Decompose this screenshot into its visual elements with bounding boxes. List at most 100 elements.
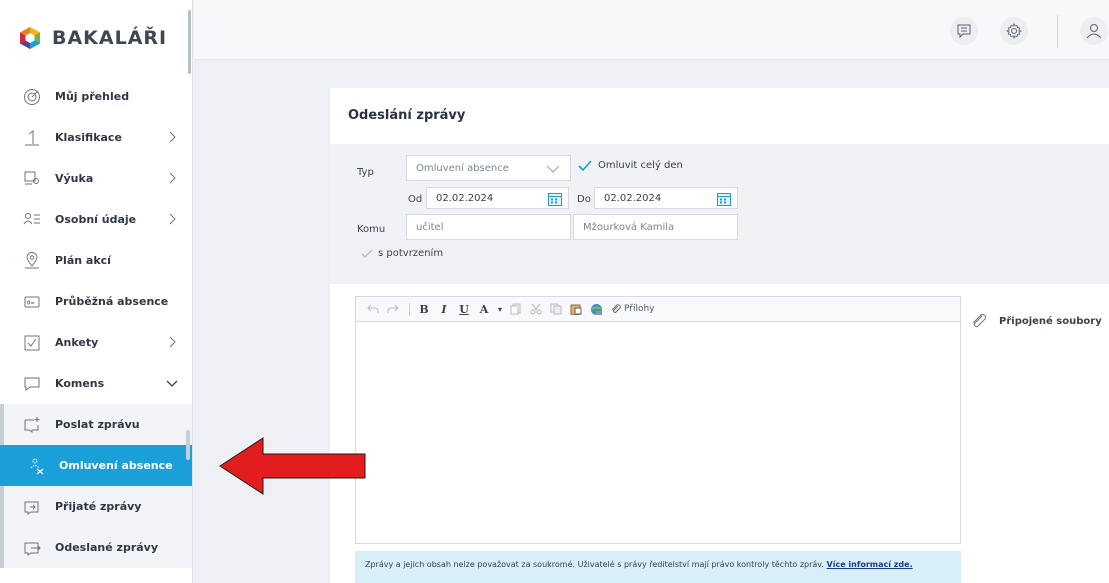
message-form: Typ Omluvení absence Omluvit celý den Od… <box>330 144 1109 284</box>
gear-icon <box>1006 23 1022 39</box>
typ-select-value: Omluvení absence <box>416 162 509 174</box>
typ-label: Typ <box>357 167 374 178</box>
top-bar <box>194 0 1109 60</box>
recipient-type-value: učitel <box>416 221 444 233</box>
od-date-value: 02.02.2024 <box>436 192 494 204</box>
sidebar-item-klasifikace[interactable]: Klasifikace <box>0 117 192 158</box>
od-label: Od <box>408 194 423 205</box>
sidebar-item-label: Omluvení absence <box>59 459 173 472</box>
chat-icon <box>22 374 42 394</box>
message-editor[interactable]: B I U A ▾ Přílohy <box>355 296 961 544</box>
sidebar-item-label: Můj přehled <box>55 90 130 103</box>
insert-link-icon[interactable] <box>587 300 605 318</box>
red-arrow-annotation <box>219 437 366 495</box>
more-info-link[interactable]: Více informací zde. <box>827 560 913 569</box>
target-icon <box>22 87 42 107</box>
page-title: Odeslání zprávy <box>348 108 466 123</box>
sidebar-item-label: Poslat zprávu <box>55 418 140 431</box>
excuse-absence-icon <box>26 456 46 476</box>
user-button[interactable] <box>1080 17 1108 45</box>
settings-button[interactable] <box>1000 17 1028 45</box>
chevron-right-icon <box>169 172 176 184</box>
italic-button[interactable]: I <box>435 300 453 318</box>
recipient-name-value: Mžourková Kamila <box>583 221 675 233</box>
od-date-field[interactable]: 02.02.2024 <box>426 187 569 209</box>
send-message-icon <box>22 415 42 435</box>
sidebar-item-label: Ankety <box>55 336 99 349</box>
top-bar-separator <box>1057 14 1058 48</box>
calendar-icon[interactable] <box>717 192 731 206</box>
typ-select[interactable]: Omluvení absence <box>406 155 571 181</box>
font-color-dropdown-icon[interactable]: ▾ <box>495 300 505 318</box>
whole-day-label: Omluvit celý den <box>598 160 683 171</box>
whole-day-checkbox[interactable] <box>578 160 592 172</box>
sidebar-item-label: Plán akcí <box>55 254 111 267</box>
sidebar-item-komens[interactable]: Komens <box>0 363 192 404</box>
sidebar-item-label: Osobní údaje <box>55 213 137 226</box>
paperclip-icon <box>972 313 987 328</box>
sidebar-item-plan-akci[interactable]: Plán akcí <box>0 240 192 281</box>
sidebar: BAKALÁŘI Můj přehled Klasifikace Výuka O… <box>0 0 193 583</box>
paste-icon[interactable] <box>567 300 585 318</box>
copy-icon[interactable] <box>547 300 565 318</box>
confirm-label: s potvrzením <box>378 248 444 259</box>
redo-icon[interactable] <box>384 300 402 318</box>
messages-button[interactable] <box>950 17 978 45</box>
underline-button[interactable]: U <box>455 300 473 318</box>
sidebar-subitem-prijate-zpravy[interactable]: Přijaté zprávy <box>0 486 192 527</box>
attachments-button[interactable]: Přílohy <box>611 304 655 314</box>
chevron-down-icon <box>166 380 178 387</box>
confirm-checkbox[interactable] <box>361 249 373 259</box>
bold-button[interactable]: B <box>415 300 433 318</box>
do-label: Do <box>577 194 591 205</box>
privacy-notice: Zprávy a jejich obsah nelze považovat za… <box>355 551 961 583</box>
recipient-name-field[interactable]: Mžourková Kamila <box>573 214 738 240</box>
message-panel: Odeslání zprávy Typ Omluvení absence Oml… <box>330 88 1109 583</box>
chevron-right-icon <box>169 213 176 225</box>
message-icon <box>957 24 971 38</box>
sidebar-scrollbar-top[interactable] <box>188 10 191 74</box>
received-messages-icon <box>22 497 42 517</box>
checkbox-icon <box>22 333 42 353</box>
attachments-button-label: Přílohy <box>624 304 655 314</box>
cut-icon[interactable] <box>527 300 545 318</box>
calendar-icon[interactable] <box>548 192 562 206</box>
sidebar-subitem-omluveni-absence[interactable]: Omluvení absence <box>0 445 192 486</box>
attached-files-label: Připojené soubory <box>999 315 1102 327</box>
sidebar-item-label: Odeslané zprávy <box>55 541 159 554</box>
sidebar-item-prubezna-absence[interactable]: 0= Průběžná absence <box>0 281 192 322</box>
sidebar-scrollbar[interactable] <box>186 430 190 460</box>
chevron-right-icon <box>169 131 176 143</box>
editor-toolbar: B I U A ▾ Přílohy <box>356 297 960 322</box>
sidebar-item-label: Klasifikace <box>55 131 122 144</box>
logo[interactable]: BAKALÁŘI <box>18 22 167 54</box>
bakalari-logo-icon <box>20 27 40 49</box>
do-date-field[interactable]: 02.02.2024 <box>594 187 738 209</box>
sent-messages-icon <box>22 538 42 558</box>
sidebar-subitem-odeslane-zpravy[interactable]: Odeslané zprávy <box>0 527 192 568</box>
sidebar-nav: Můj přehled Klasifikace Výuka Osobní úda… <box>0 76 192 568</box>
sidebar-item-osobni-udaje[interactable]: Osobní údaje <box>0 199 192 240</box>
sidebar-item-muj-prehled[interactable]: Můj přehled <box>0 76 192 117</box>
font-color-button[interactable]: A <box>475 300 493 318</box>
privacy-notice-text: Zprávy a jejich obsah nelze považovat za… <box>365 560 827 569</box>
absence-card-icon: 0= <box>22 292 42 312</box>
sidebar-item-label: Průběžná absence <box>55 295 169 308</box>
user-icon <box>1086 24 1102 39</box>
grade-one-icon <box>22 128 42 148</box>
paperclip-icon <box>611 304 621 313</box>
undo-icon[interactable] <box>364 300 382 318</box>
person-list-icon <box>22 210 42 230</box>
sidebar-item-ankety[interactable]: Ankety <box>0 322 192 363</box>
sidebar-subitem-poslat-zpravu[interactable]: Poslat zprávu <box>0 404 192 445</box>
toolbar-separator <box>409 302 410 316</box>
attached-files[interactable]: Připojené soubory <box>971 313 1102 329</box>
komu-label: Komu <box>357 224 386 235</box>
chevron-right-icon <box>169 336 176 348</box>
do-date-value: 02.02.2024 <box>604 192 662 204</box>
sidebar-item-vyuka[interactable]: Výuka <box>0 158 192 199</box>
logo-text: BAKALÁŘI <box>52 27 168 49</box>
recipient-type-field[interactable]: učitel <box>406 214 571 240</box>
copy-format-icon[interactable] <box>507 300 525 318</box>
svg-text:0=: 0= <box>27 300 35 306</box>
